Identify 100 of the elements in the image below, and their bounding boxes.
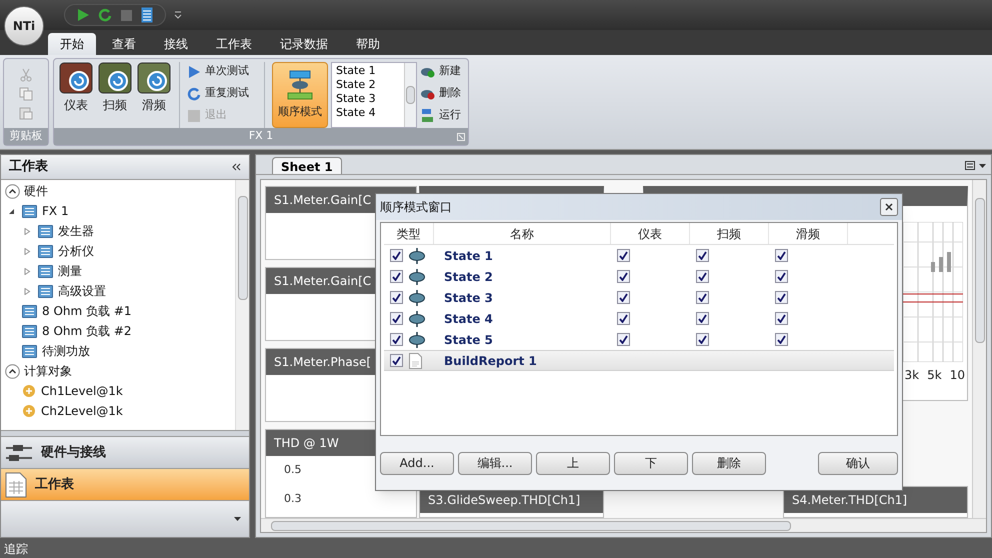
checkbox[interactable]	[696, 291, 709, 304]
tree-item[interactable]: 8 Ohm 负载 #1	[5, 301, 235, 321]
tree-item[interactable]: 待测功放	[5, 341, 235, 361]
menu-tab[interactable]: 查看	[100, 33, 148, 55]
ribbon-button[interactable]: 扫频	[97, 62, 133, 128]
state-list-item[interactable]: State 2	[336, 78, 404, 92]
ribbon-small-button[interactable]: 重复测试	[187, 84, 257, 103]
sequence-name: State 1	[443, 248, 494, 264]
checkbox[interactable]	[696, 270, 709, 283]
checkbox[interactable]	[390, 333, 403, 346]
dialog-button[interactable]: 删除	[692, 452, 766, 474]
checkbox[interactable]	[775, 312, 788, 325]
tree-item[interactable]: FX 1	[5, 201, 235, 221]
checkbox[interactable]	[617, 291, 630, 304]
tree-section[interactable]: 硬件	[5, 181, 235, 201]
ribbon-small-button[interactable]: 运行	[420, 106, 461, 125]
sequence-row[interactable]: State 5	[384, 329, 894, 350]
menu-tab[interactable]: 帮助	[344, 33, 392, 55]
panel-title: 工作表	[9, 158, 48, 176]
sequence-row[interactable]: State 1	[384, 245, 894, 266]
checkbox[interactable]	[696, 249, 709, 262]
calculation-icon	[22, 404, 36, 418]
sequence-mode-button[interactable]: 顺序模式	[272, 62, 328, 128]
refresh-icon[interactable]	[98, 8, 112, 22]
state-list-item[interactable]: State 4	[336, 106, 404, 120]
tree-item[interactable]: 测量	[21, 261, 235, 281]
expand-triangle-icon[interactable]	[24, 288, 30, 294]
checkbox[interactable]	[617, 312, 630, 325]
device-icon	[22, 344, 37, 358]
checkbox[interactable]	[390, 249, 403, 262]
splitter-handle[interactable]	[1, 430, 249, 437]
checkbox[interactable]	[390, 312, 403, 325]
menu-tab[interactable]: 接线	[152, 33, 200, 55]
tree-item[interactable]: 8 Ohm 负载 #2	[5, 321, 235, 341]
tree-item[interactable]: 发生器	[21, 221, 235, 241]
scrollbar[interactable]	[404, 63, 416, 127]
glide-icon	[137, 62, 171, 94]
close-icon[interactable]	[880, 198, 898, 216]
tree-section[interactable]: 计算对象	[5, 361, 235, 381]
checkbox[interactable]	[390, 291, 403, 304]
checkbox[interactable]	[617, 333, 630, 346]
expand-triangle-icon[interactable]	[24, 268, 30, 274]
scrollbar[interactable]	[261, 518, 986, 532]
ribbon-small-button[interactable]: 删除	[420, 84, 461, 103]
tree-item[interactable]: Ch1Level@1k	[5, 381, 235, 401]
ribbon-small-button[interactable]: 新建	[420, 62, 461, 81]
device-icon	[22, 324, 37, 338]
dialog-button[interactable]: 下	[614, 452, 688, 474]
dialog-button[interactable]: 上	[536, 452, 610, 474]
column-header[interactable]: 仪表	[611, 223, 690, 244]
chevron-up-icon[interactable]	[5, 364, 20, 378]
sheet-tab[interactable]: Sheet 1	[272, 157, 342, 174]
dialog-button[interactable]: 编辑...	[458, 452, 532, 474]
expand-triangle-icon[interactable]	[24, 248, 30, 254]
checkbox[interactable]	[390, 270, 403, 283]
confirm-button[interactable]: 确认	[818, 452, 898, 474]
sequence-name: BuildReport 1	[443, 352, 538, 370]
menu-tab[interactable]: 开始	[48, 33, 96, 55]
navigation-button[interactable]: 硬件与接线	[1, 437, 249, 469]
customize-toolbar-icon[interactable]	[174, 10, 182, 20]
ribbon-button[interactable]: 仪表	[58, 62, 94, 128]
column-header[interactable]: 滑频	[769, 223, 848, 244]
checkbox[interactable]	[617, 270, 630, 283]
checkbox[interactable]	[696, 333, 709, 346]
collapse-icon[interactable]	[231, 163, 241, 171]
column-header[interactable]: 扫频	[690, 223, 769, 244]
window-menu-icon[interactable]	[965, 161, 987, 170]
refresh-icon	[187, 86, 201, 100]
list-icon[interactable]	[141, 7, 153, 23]
dropdown-arrow-icon[interactable]	[234, 517, 241, 521]
ribbon-button[interactable]: 滑频	[136, 62, 172, 128]
column-header[interactable]: 类型	[384, 223, 434, 244]
checkbox[interactable]	[390, 354, 403, 367]
scrollbar[interactable]	[235, 180, 249, 430]
tree-item-label: 8 Ohm 负载 #1	[42, 303, 132, 320]
checkbox[interactable]	[775, 249, 788, 262]
checkbox[interactable]	[617, 249, 630, 262]
checkbox[interactable]	[696, 312, 709, 325]
dialog-button[interactable]: Add...	[380, 452, 454, 474]
menu-tab[interactable]: 记录数据	[268, 33, 340, 55]
tree-item[interactable]: 分析仪	[21, 241, 235, 261]
expand-triangle-icon[interactable]	[24, 228, 30, 234]
tree-item[interactable]: 高级设置	[21, 281, 235, 301]
sequence-row[interactable]: State 4	[384, 308, 894, 329]
play-icon[interactable]	[77, 8, 90, 22]
ribbon-small-button[interactable]: 单次测试	[187, 62, 257, 81]
checkbox[interactable]	[775, 270, 788, 283]
checkbox[interactable]	[775, 333, 788, 346]
checkbox[interactable]	[775, 291, 788, 304]
sequence-row[interactable]: BuildReport 1	[384, 350, 894, 371]
scrollbar[interactable]	[972, 180, 986, 518]
state-list-item[interactable]: State 3	[336, 92, 404, 106]
tree-item-label: Ch2Level@1k	[41, 403, 123, 420]
menu-tab[interactable]: 工作表	[204, 33, 264, 55]
collapse-triangle-icon[interactable]	[8, 208, 14, 214]
chevron-up-icon[interactable]	[5, 184, 20, 198]
column-header[interactable]: 名称	[434, 223, 611, 244]
navigation-button[interactable]: 工作表	[1, 469, 249, 501]
tree-item[interactable]: Ch2Level@1k	[5, 401, 235, 421]
state-list-item[interactable]: State 1	[336, 64, 404, 78]
